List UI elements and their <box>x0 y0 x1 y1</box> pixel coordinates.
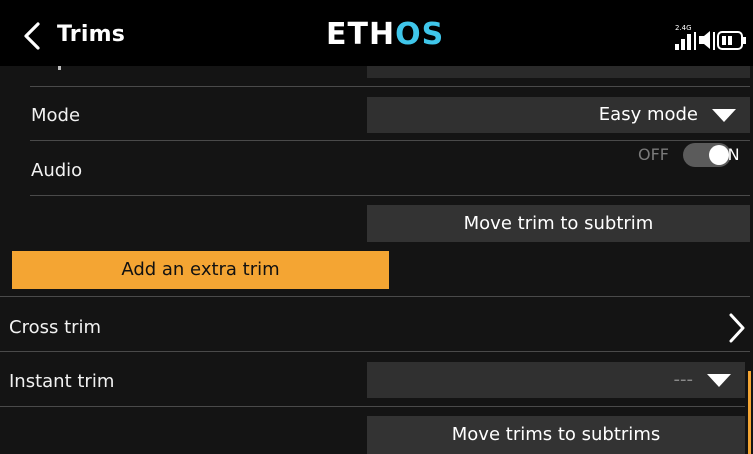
battery-icon <box>717 31 746 50</box>
settings-list: Mode Easy mode Audio OFF ON Move trim to… <box>0 66 753 454</box>
header-bar: Trims ETHOS 2.4G <box>0 0 753 66</box>
divider <box>0 406 745 407</box>
instant-trim-label: Instant trim <box>9 371 115 392</box>
trims-screen: Trims ETHOS 2.4G Mode Easy mode Audio OF… <box>0 0 753 454</box>
page-title: Trims <box>57 22 125 47</box>
divider <box>0 296 750 297</box>
chevron-left-icon <box>24 22 40 50</box>
triangle-down-icon <box>707 374 731 388</box>
mode-dropdown[interactable]: Easy mode <box>367 97 750 133</box>
divider <box>30 195 750 196</box>
status-icons: 2.4G <box>673 22 748 52</box>
divider <box>30 140 750 141</box>
scrollbar[interactable] <box>748 371 751 454</box>
audio-on-label: ON <box>715 145 740 164</box>
mode-label: Mode <box>31 105 81 126</box>
add-extra-trim-button[interactable]: Add an extra trim <box>12 251 389 289</box>
move-trim-to-subtrim-button[interactable]: Move trim to subtrim <box>367 205 750 242</box>
divider-bar <box>694 32 696 50</box>
audio-off-label: OFF <box>638 145 669 164</box>
partial-row-field[interactable] <box>367 66 750 78</box>
triangle-down-icon <box>712 109 736 123</box>
move-trims-to-subtrims-button[interactable]: Move trims to subtrims <box>367 416 745 454</box>
mode-value: Easy mode <box>598 104 698 125</box>
divider <box>0 351 750 352</box>
back-button[interactable] <box>14 16 54 56</box>
chevron-right-icon[interactable] <box>727 312 747 344</box>
partial-row-label <box>58 66 61 70</box>
divider-bar <box>713 32 715 50</box>
instant-trim-dropdown[interactable]: --- <box>367 362 745 398</box>
speaker-icon <box>699 31 710 49</box>
divider <box>30 86 750 87</box>
band-label: 2.4G <box>675 24 692 32</box>
cross-trim-label: Cross trim <box>9 317 102 338</box>
audio-label: Audio <box>31 160 83 181</box>
ethos-logo: ETHOS <box>326 17 445 52</box>
instant-trim-value: --- <box>673 369 694 390</box>
signal-bars-icon <box>675 34 691 50</box>
